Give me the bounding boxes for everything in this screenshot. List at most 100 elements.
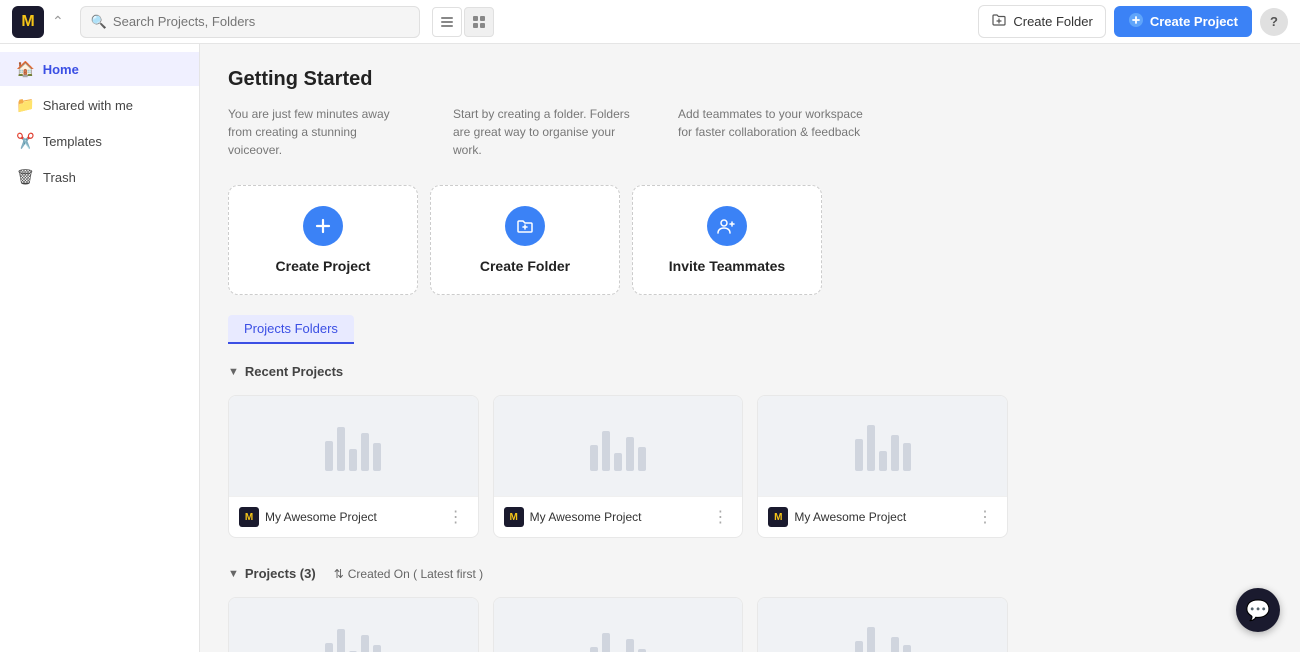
project-logo-1: M <box>239 507 259 527</box>
project-name-2: My Awesome Project <box>530 510 703 524</box>
project-menu-2[interactable]: ⋮ <box>708 505 732 529</box>
gs-card-label-2: Create Folder <box>480 258 570 274</box>
getting-started-cards: Create Project Create Folder <box>228 185 1272 295</box>
thumb-bars-p1 <box>325 623 381 652</box>
folder-plus-icon <box>991 12 1007 31</box>
gs-desc-3: Add teammates to your workspace for fast… <box>678 105 878 141</box>
bar <box>361 635 369 652</box>
project-logo-2: M <box>504 507 524 527</box>
bar <box>373 645 381 652</box>
gs-col-2: Start by creating a folder. Folders are … <box>453 97 638 169</box>
bar <box>325 643 333 652</box>
search-input[interactable] <box>113 14 409 29</box>
getting-started-section: Getting Started You are just few minutes… <box>228 68 1272 295</box>
bar <box>602 633 610 652</box>
project-thumb-p1 <box>229 598 478 652</box>
gs-card-create-folder[interactable]: Create Folder <box>430 185 620 295</box>
logo-letter: M <box>21 13 34 31</box>
sidebar: 🏠 Home 📁 Shared with me ✂️ Templates 🗑 T… <box>0 44 200 652</box>
bar <box>361 433 369 471</box>
recent-project-card-1[interactable]: M My Awesome Project ⋮ <box>228 395 479 538</box>
invite-teammates-card-icon <box>707 206 747 246</box>
recent-project-card-2[interactable]: M My Awesome Project ⋮ <box>493 395 744 538</box>
sidebar-item-shared[interactable]: 📁 Shared with me <box>0 88 199 122</box>
thumb-bars-3 <box>855 421 911 471</box>
sidebar-item-trash[interactable]: 🗑 Trash <box>0 160 199 194</box>
thumb-bars-2 <box>590 421 646 471</box>
bar <box>337 427 345 471</box>
sidebar-label-home: Home <box>43 62 79 77</box>
search-box: 🔍 <box>80 6 420 38</box>
bar <box>590 445 598 471</box>
sort-control[interactable]: ⇅ Created On ( Latest first ) <box>334 567 483 581</box>
gs-desc-2: Start by creating a folder. Folders are … <box>453 105 638 159</box>
project-footer-2: M My Awesome Project ⋮ <box>494 496 743 537</box>
project-thumb-p2 <box>494 598 743 652</box>
recent-projects-grid: M My Awesome Project ⋮ <box>228 395 1008 538</box>
bar <box>614 453 622 471</box>
project-menu-1[interactable]: ⋮ <box>444 505 468 529</box>
bar <box>891 435 899 471</box>
sort-icon: ⇅ <box>334 567 344 581</box>
projects-chevron-icon[interactable]: ▼ <box>228 568 239 580</box>
list-view-button[interactable] <box>432 7 462 37</box>
sidebar-item-home[interactable]: 🏠 Home <box>0 52 199 86</box>
logo[interactable]: M <box>12 6 44 38</box>
project-card-1[interactable]: M My Awesome Project ⋮ <box>228 597 479 652</box>
sidebar-item-templates[interactable]: ✂️ Templates <box>0 124 199 158</box>
grid-view-button[interactable] <box>464 7 494 37</box>
tabs-row: Projects Folders <box>228 315 1272 344</box>
bar <box>855 439 863 471</box>
nav-chevron-icon[interactable]: ⌃ <box>52 13 64 30</box>
project-thumb-3 <box>758 396 1007 496</box>
create-project-card-icon <box>303 206 343 246</box>
gs-card-create-project[interactable]: Create Project <box>228 185 418 295</box>
chat-bubble-button[interactable]: 💬 <box>1236 588 1280 632</box>
bar <box>855 641 863 652</box>
topbar-actions: Create Folder Create Project ? <box>978 5 1288 38</box>
bar <box>602 431 610 471</box>
chat-icon: 💬 <box>1246 598 1271 623</box>
create-folder-label: Create Folder <box>1013 14 1092 29</box>
project-thumb-2 <box>494 396 743 496</box>
bar <box>373 443 381 471</box>
project-thumb-1 <box>229 396 478 496</box>
bar <box>903 443 911 471</box>
bar <box>626 639 634 652</box>
thumb-bars-1 <box>325 421 381 471</box>
project-name-1: My Awesome Project <box>265 510 438 524</box>
gs-card-label-3: Invite Teammates <box>669 258 785 274</box>
topbar: M ⌃ 🔍 Create Folder Create Project ? <box>0 0 1300 44</box>
bar <box>867 425 875 471</box>
create-folder-button[interactable]: Create Folder <box>978 5 1105 38</box>
project-card-3[interactable]: M My Awesome Project ⋮ <box>757 597 1008 652</box>
recent-projects-header: ▼ Recent Projects <box>228 360 1272 383</box>
gs-card-invite-teammates[interactable]: Invite Teammates <box>632 185 822 295</box>
project-logo-3: M <box>768 507 788 527</box>
view-toggles <box>432 7 494 37</box>
tab-projects-folders[interactable]: Projects Folders <box>228 315 354 344</box>
project-menu-3[interactable]: ⋮ <box>973 505 997 529</box>
sidebar-label-trash: Trash <box>43 170 76 185</box>
project-card-2[interactable]: M My Awesome Project ⋮ <box>493 597 744 652</box>
layout: 🏠 Home 📁 Shared with me ✂️ Templates 🗑 T… <box>0 44 1300 652</box>
thumb-bars-p3 <box>855 623 911 652</box>
create-project-button[interactable]: Create Project <box>1114 6 1252 37</box>
gs-col-1: You are just few minutes away from creat… <box>228 97 413 169</box>
bar <box>891 637 899 652</box>
bar <box>903 645 911 652</box>
gs-card-label-1: Create Project <box>276 258 371 274</box>
recent-projects-chevron-icon[interactable]: ▼ <box>228 366 239 378</box>
bar <box>867 627 875 652</box>
projects-grid: M My Awesome Project ⋮ <box>228 597 1008 652</box>
recent-projects-title: Recent Projects <box>245 364 343 379</box>
recent-projects-section: ▼ Recent Projects <box>228 360 1272 538</box>
gs-desc-1: You are just few minutes away from creat… <box>228 105 413 159</box>
bar <box>879 451 887 471</box>
recent-project-card-3[interactable]: M My Awesome Project ⋮ <box>757 395 1008 538</box>
main-content: Getting Started You are just few minutes… <box>200 44 1300 652</box>
help-button[interactable]: ? <box>1260 8 1288 36</box>
create-project-icon <box>1128 12 1144 31</box>
bar <box>349 449 357 471</box>
bar <box>325 441 333 471</box>
